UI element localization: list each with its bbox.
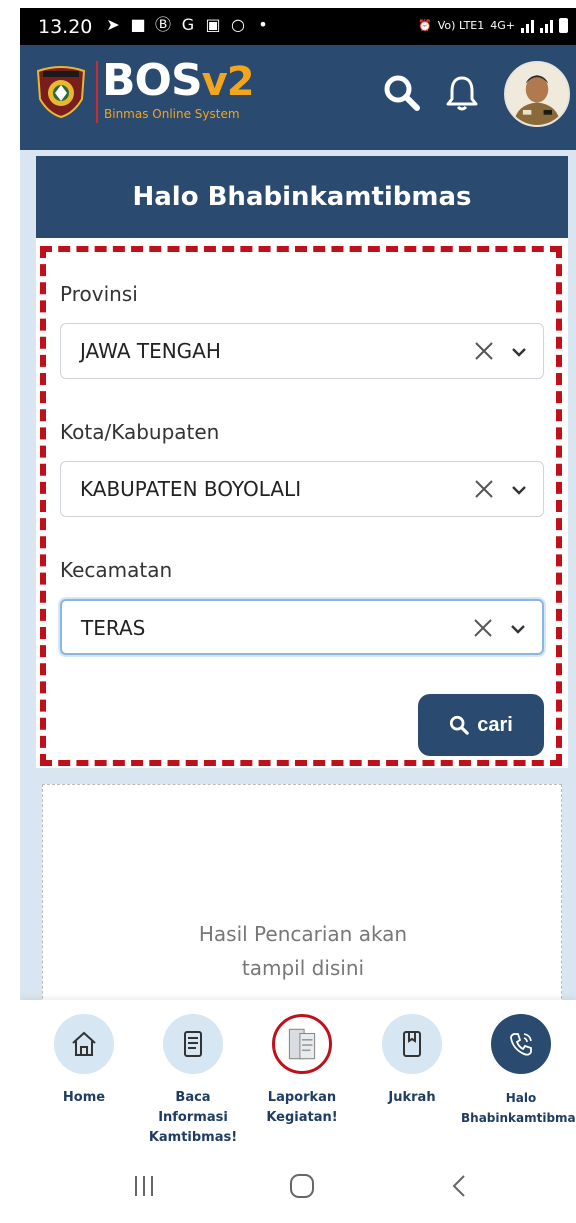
provinsi-value: JAWA TENGAH bbox=[80, 339, 221, 363]
kota-value: KABUPATEN BOYOLALI bbox=[80, 477, 302, 501]
notification-icons: ➤ ■ Ⓑ G ▣ ○ • bbox=[104, 16, 272, 34]
book-icon bbox=[382, 1014, 442, 1074]
results-placeholder: Hasil Pencarian akan tampil disini bbox=[43, 917, 563, 985]
provinsi-select[interactable]: JAWA TENGAH bbox=[60, 323, 544, 379]
battery-icon bbox=[559, 17, 568, 33]
nav-item-home[interactable]: Home bbox=[24, 1014, 144, 1108]
nav-label: Halo Bhabinkamtibmas bbox=[461, 1091, 576, 1125]
brand-version: v2 bbox=[201, 59, 255, 105]
results-line-2: tampil disini bbox=[241, 956, 365, 980]
phone-icon bbox=[491, 1014, 551, 1074]
volte-label: Vo) LTE1 bbox=[437, 18, 485, 32]
signal-icon bbox=[521, 17, 534, 33]
nav-label: Baca Informasi Kamtibmas! bbox=[148, 1090, 238, 1145]
search-icon[interactable] bbox=[382, 73, 422, 113]
kecamatan-value: TERAS bbox=[81, 616, 146, 640]
home-button-icon[interactable] bbox=[282, 1170, 322, 1202]
alarm-icon: ⏰ bbox=[418, 18, 432, 32]
nav-label: Laporkan Kegiatan! bbox=[266, 1090, 338, 1125]
greeting-title: Halo Bhabinkamtibmas bbox=[132, 182, 472, 212]
clear-icon[interactable] bbox=[470, 615, 496, 641]
search-icon bbox=[450, 715, 469, 735]
system-nav-bar bbox=[20, 1150, 576, 1223]
police-logo-icon bbox=[36, 66, 86, 119]
document-icon bbox=[163, 1014, 223, 1074]
search-button-label: cari bbox=[477, 713, 513, 736]
app-notification-icon: ▣ bbox=[205, 15, 221, 34]
results-line-1: Hasil Pencarian akan bbox=[198, 922, 408, 946]
avatar-image bbox=[506, 63, 568, 125]
nav-item-jukrah[interactable]: Jukrah bbox=[352, 1014, 472, 1108]
provinsi-label: Provinsi bbox=[60, 282, 138, 306]
back-icon[interactable] bbox=[440, 1170, 480, 1202]
phone-screen: 13.20 ➤ ■ Ⓑ G ▣ ○ • ⏰ Vo) LTE1 4G+ BOSv2… bbox=[20, 8, 576, 1223]
chevron-down-icon[interactable] bbox=[509, 480, 529, 500]
kota-select[interactable]: KABUPATEN BOYOLALI bbox=[60, 461, 544, 517]
brand-divider bbox=[96, 61, 98, 123]
telegram-icon: ➤ bbox=[106, 15, 120, 34]
dot-icon: • bbox=[258, 15, 268, 34]
status-bar: 13.20 ➤ ■ Ⓑ G ▣ ○ • ⏰ Vo) LTE1 4G+ bbox=[20, 8, 576, 45]
bottom-nav: Home Baca Informasi Kamtibmas! Laporkan … bbox=[20, 1000, 576, 1150]
nav-label: Jukrah bbox=[388, 1090, 436, 1105]
kota-label: Kota/Kabupaten bbox=[60, 420, 220, 444]
chevron-down-icon[interactable] bbox=[508, 619, 528, 639]
nav-item-baca-informasi[interactable]: Baca Informasi Kamtibmas! bbox=[133, 1014, 253, 1148]
search-form-card: Provinsi JAWA TENGAH Kota/Kabupaten KABU… bbox=[36, 238, 568, 768]
signal-2-icon bbox=[540, 17, 553, 33]
recent-apps-icon[interactable] bbox=[124, 1170, 164, 1202]
greeting-banner: Halo Bhabinkamtibmas bbox=[36, 156, 568, 238]
nav-item-halo-bhabinkamtibmas[interactable]: Halo Bhabinkamtibmas bbox=[461, 1014, 576, 1128]
notification-b-icon: Ⓑ bbox=[154, 15, 171, 34]
results-panel: Hasil Pencarian akan tampil disini bbox=[42, 784, 562, 1014]
kecamatan-select[interactable]: TERAS bbox=[60, 599, 544, 655]
app-header: BOSv2 Binmas Online System bbox=[20, 45, 576, 150]
nav-item-laporkan-kegiatan[interactable]: Laporkan Kegiatan! bbox=[242, 1014, 362, 1128]
report-icon bbox=[272, 1014, 332, 1074]
search-button[interactable]: cari bbox=[418, 694, 544, 756]
bell-icon[interactable] bbox=[442, 73, 482, 113]
nav-label: Home bbox=[62, 1090, 106, 1105]
system-status-icons: ⏰ Vo) LTE1 4G+ bbox=[418, 17, 568, 33]
chevron-down-icon[interactable] bbox=[509, 342, 529, 362]
kecamatan-label: Kecamatan bbox=[60, 558, 173, 582]
message-icon: ■ bbox=[130, 15, 146, 34]
brand-name: BOSv2 bbox=[102, 55, 255, 106]
clear-icon[interactable] bbox=[471, 476, 497, 502]
avatar[interactable] bbox=[504, 61, 570, 127]
brand-logo: BOSv2 Binmas Online System bbox=[96, 55, 255, 127]
clear-icon[interactable] bbox=[471, 338, 497, 364]
main-content: Halo Bhabinkamtibmas Provinsi JAWA TENGA… bbox=[20, 150, 576, 1014]
brand-tagline: Binmas Online System bbox=[104, 107, 240, 121]
circle-icon: ○ bbox=[231, 15, 245, 34]
google-icon: G bbox=[181, 15, 195, 34]
home-icon bbox=[54, 1014, 114, 1074]
network-label: 4G+ bbox=[490, 18, 515, 32]
status-time: 13.20 bbox=[38, 16, 93, 38]
